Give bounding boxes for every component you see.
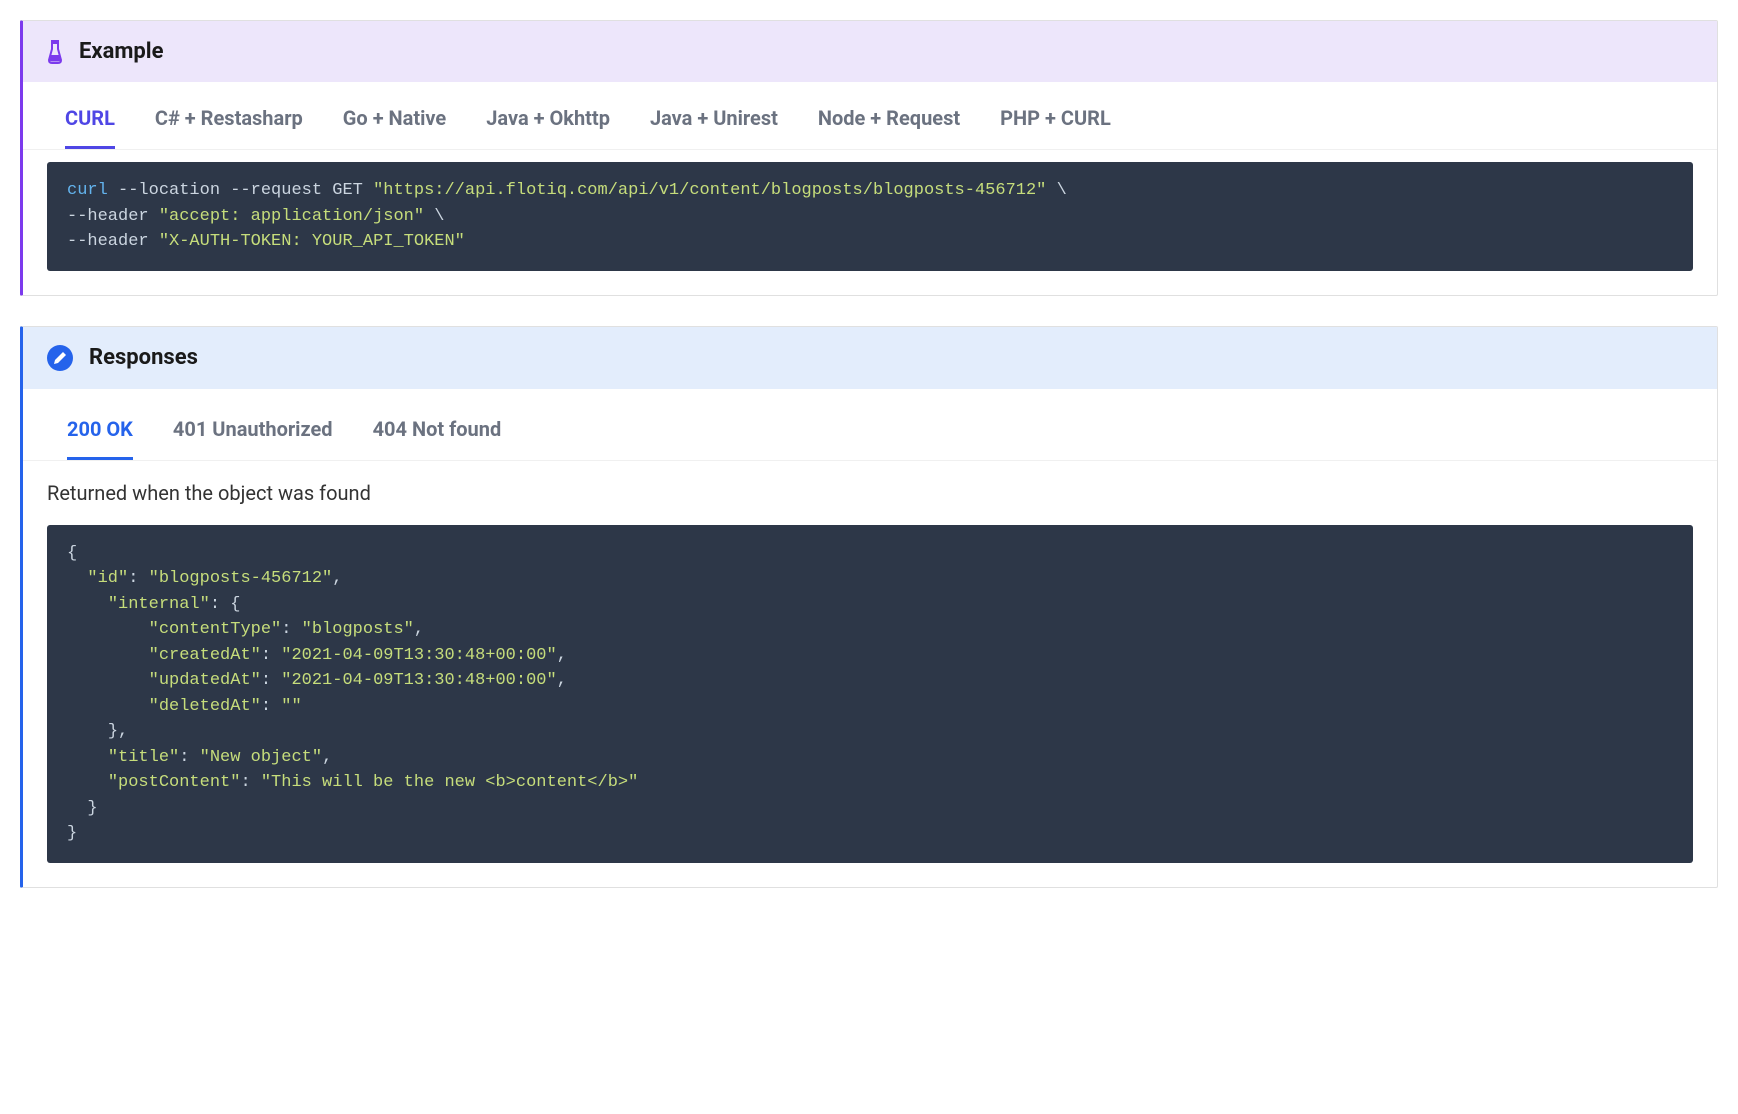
responses-body: 200 OK 401 Unauthorized 404 Not found Re…	[23, 389, 1717, 863]
flask-icon	[47, 40, 63, 64]
tab-java-okhttp[interactable]: Java + Okhttp	[486, 106, 610, 149]
responses-title: Responses	[89, 345, 198, 370]
response-description: Returned when the object was found	[23, 461, 1717, 513]
tab-java-unirest[interactable]: Java + Unirest	[650, 106, 778, 149]
example-title: Example	[79, 39, 163, 64]
example-code-block: curl --location --request GET "https://a…	[47, 162, 1693, 271]
responses-panel: Responses 200 OK 401 Unauthorized 404 No…	[20, 326, 1718, 888]
tab-200-ok[interactable]: 200 OK	[67, 417, 133, 460]
tab-curl[interactable]: CURL	[65, 106, 115, 149]
tab-csharp-restasharp[interactable]: C# + Restasharp	[155, 106, 303, 149]
tab-404-not-found[interactable]: 404 Not found	[373, 417, 502, 460]
response-json-block: { "id": "blogposts-456712", "internal": …	[47, 525, 1693, 863]
tab-401-unauthorized[interactable]: 401 Unauthorized	[173, 417, 333, 460]
responses-header: Responses	[23, 327, 1717, 389]
tab-go-native[interactable]: Go + Native	[343, 106, 446, 149]
responses-tabs: 200 OK 401 Unauthorized 404 Not found	[23, 389, 1717, 461]
tab-php-curl[interactable]: PHP + CURL	[1000, 106, 1111, 149]
example-panel: Example CURL C# + Restasharp Go + Native…	[20, 20, 1718, 296]
tab-node-request[interactable]: Node + Request	[818, 106, 960, 149]
example-body: CURL C# + Restasharp Go + Native Java + …	[23, 82, 1717, 271]
pencil-icon	[47, 345, 73, 371]
example-tabs: CURL C# + Restasharp Go + Native Java + …	[23, 82, 1717, 150]
example-header: Example	[23, 21, 1717, 82]
